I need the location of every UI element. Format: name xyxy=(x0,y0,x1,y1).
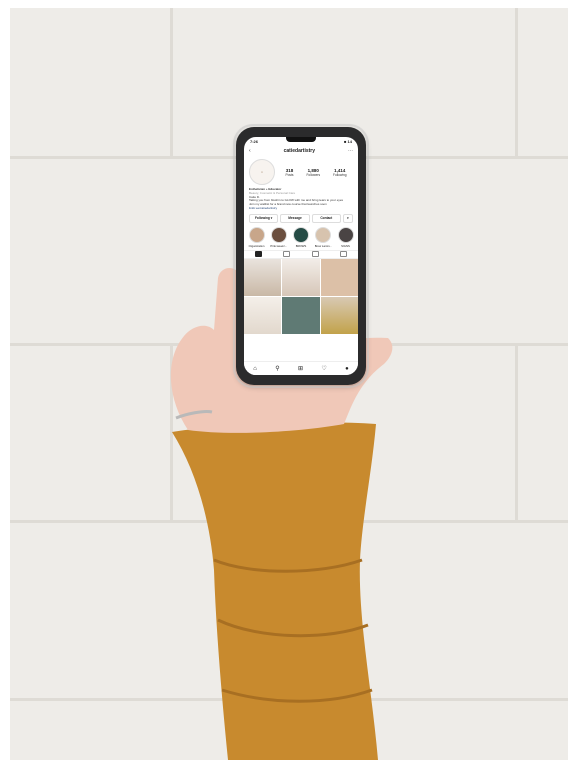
highlight-cover xyxy=(248,226,265,243)
profile-actions: Following ▾ Message Contact ▾ xyxy=(244,212,358,225)
heart-icon[interactable]: ♡ xyxy=(321,365,326,372)
grid-tab-icon[interactable] xyxy=(254,251,262,258)
stat-label: Following xyxy=(333,172,347,177)
tagged-tab-icon[interactable] xyxy=(340,251,348,258)
profile-stats: 318 Posts 1,880 Followers 1,414 Followin… xyxy=(279,168,353,177)
stat-following[interactable]: 1,414 Following xyxy=(333,168,346,177)
profile-tabs xyxy=(244,249,358,259)
smartphone: 7:26 ■ 14 ‹ catiedartistry ⋯ ● 318 Posts… xyxy=(233,124,369,388)
stat-label: Followers xyxy=(306,172,321,177)
following-button[interactable]: Following ▾ xyxy=(249,213,279,223)
profile-username: catiedartistry xyxy=(283,148,316,154)
contact-button[interactable]: Contact xyxy=(311,213,341,223)
highlight-item[interactable]: Brow Lamin... xyxy=(314,226,332,248)
stat-label: Posts xyxy=(285,172,294,177)
search-icon[interactable]: ⚲ xyxy=(275,365,279,372)
status-time: 7:26 xyxy=(250,139,259,144)
highlight-item[interactable]: Pink tweetz... xyxy=(270,226,288,248)
message-button[interactable]: Message xyxy=(280,213,310,223)
highlight-cover xyxy=(337,226,354,243)
profile-icon[interactable]: ● xyxy=(345,366,349,372)
highlight-item[interactable]: BROWS xyxy=(293,226,310,248)
post-thumbnail[interactable] xyxy=(320,258,358,296)
avatar[interactable]: ● xyxy=(249,159,275,185)
home-icon[interactable]: ⌂ xyxy=(253,366,257,372)
more-icon[interactable]: ⋯ xyxy=(348,148,353,154)
phone-notch xyxy=(286,137,316,142)
back-chevron-icon[interactable]: ‹ xyxy=(249,148,251,154)
highlight-cover xyxy=(293,226,309,243)
highlight-item[interactable]: Organization xyxy=(248,226,265,248)
highlight-label: BROWS xyxy=(295,243,307,248)
more-options-button[interactable]: ▾ xyxy=(342,213,353,223)
phone-screen: 7:26 ■ 14 ‹ catiedartistry ⋯ ● 318 Posts… xyxy=(244,137,358,375)
stat-followers[interactable]: 1,880 Followers xyxy=(306,168,320,177)
highlight-cover xyxy=(270,226,287,243)
highlight-label: SIGNS xyxy=(341,243,350,248)
post-thumbnail[interactable] xyxy=(282,258,320,296)
bottom-nav: ⌂ ⚲ ⊞ ♡ ● xyxy=(244,361,358,375)
guides-tab-icon[interactable] xyxy=(311,251,319,258)
post-thumbnail[interactable] xyxy=(320,296,358,334)
reels-tab-icon[interactable] xyxy=(283,251,291,258)
stat-value: 1,414 xyxy=(334,167,346,173)
story-highlights: Organization Pink tweetz... BROWS Brow L… xyxy=(244,225,358,250)
highlight-cover xyxy=(315,226,332,243)
photo-scene: 7:26 ■ 14 ‹ catiedartistry ⋯ ● 318 Posts… xyxy=(0,0,578,764)
profile-header: ‹ catiedartistry ⋯ xyxy=(244,145,358,157)
sleeve xyxy=(172,422,378,760)
post-thumbnail[interactable] xyxy=(244,296,282,334)
highlight-label: Pink tweetz... xyxy=(270,243,288,248)
stat-value: 1,880 xyxy=(307,167,319,173)
post-thumbnail[interactable] xyxy=(244,258,282,296)
highlight-item[interactable]: SIGNS xyxy=(337,226,354,248)
stat-value: 318 xyxy=(285,167,294,173)
add-post-icon[interactable]: ⊞ xyxy=(298,365,303,372)
highlight-label: Organization xyxy=(248,243,265,248)
profile-summary: ● 318 Posts 1,880 Followers 1,414 Follow… xyxy=(244,157,358,187)
profile-bio: Esthetician + Educator Beauty, Cosmetic … xyxy=(244,187,358,212)
status-indicators: ■ 14 xyxy=(344,139,352,144)
post-thumbnail[interactable] xyxy=(282,296,320,334)
bio-link[interactable]: linktr.ee/catiedartistry xyxy=(249,206,353,211)
highlight-label: Brow Lamin... xyxy=(314,243,332,248)
post-grid xyxy=(244,258,358,334)
stat-posts[interactable]: 318 Posts xyxy=(285,168,293,177)
